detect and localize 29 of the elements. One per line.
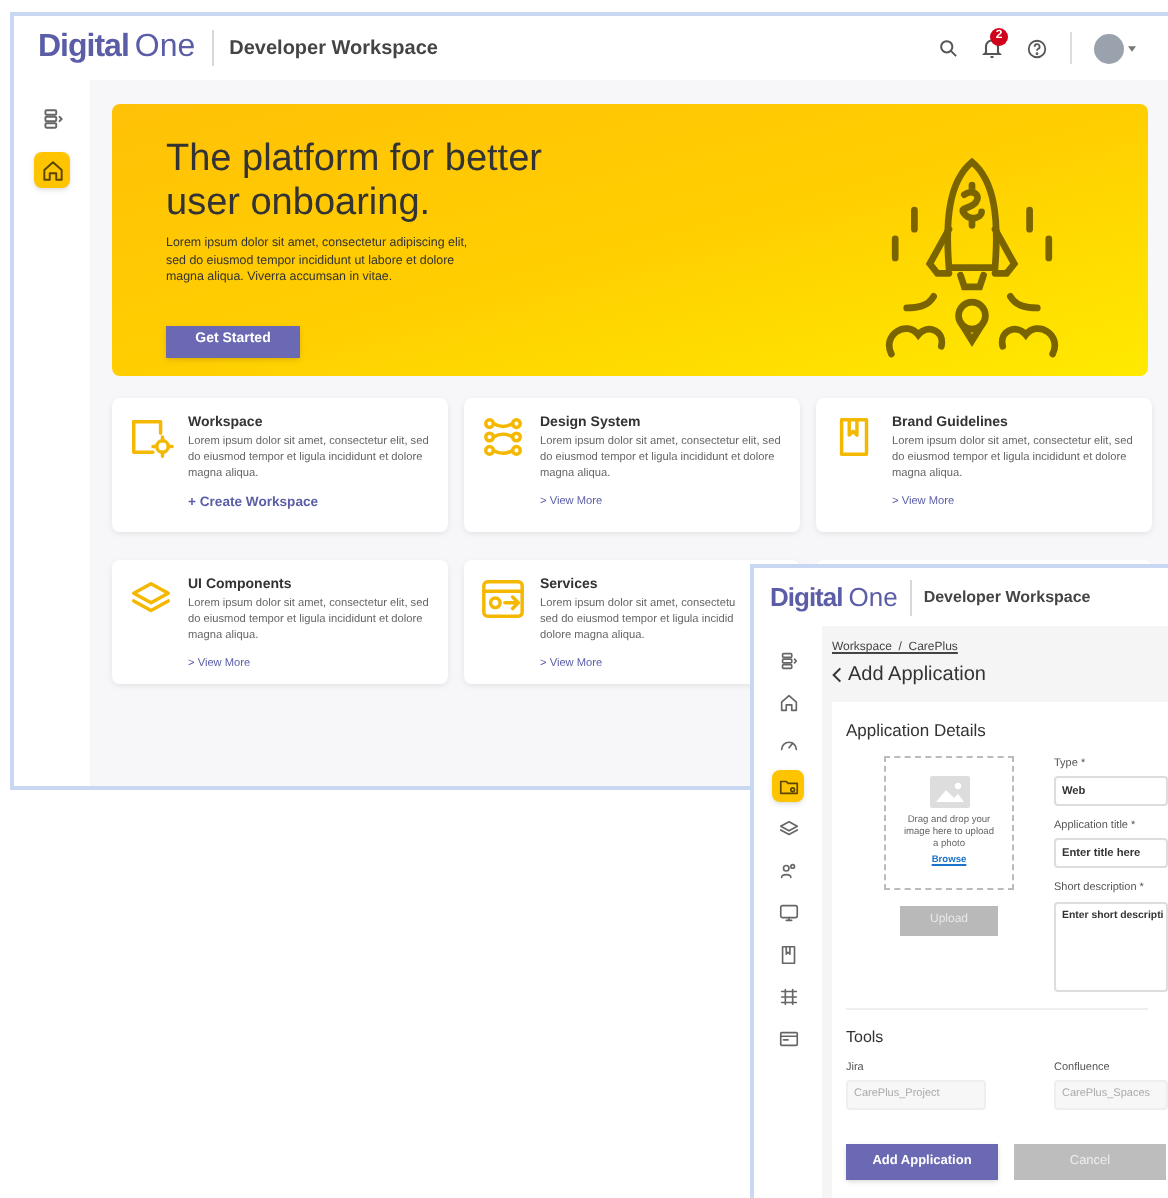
home-icon [777,691,799,713]
sidebar-item[interactable] [772,770,804,802]
sidebar-item[interactable] [34,152,70,188]
page-title: Add Application [848,662,986,690]
card-icon [777,1027,799,1049]
book-icon [777,943,799,965]
home-icon [39,157,65,183]
app-title: Developer Workspace [923,585,1091,609]
image-icon [929,775,969,808]
menu-icon [777,649,799,671]
hero-title: The platform for better user onboaring. [166,138,544,226]
monitor-icon [777,901,799,923]
layers-icon [777,817,799,839]
section-title: Application Details [846,718,988,744]
search-icon[interactable] [938,38,958,58]
help-icon[interactable] [1026,37,1048,59]
menu-icon [39,105,65,131]
grid-icon [777,985,799,1007]
back-icon[interactable] [832,666,842,684]
avatar[interactable] [1094,33,1124,63]
nodes-icon [480,414,526,460]
logo: Digital One [38,28,196,68]
bell-icon[interactable] [980,36,1004,60]
caret-icon[interactable] [1128,45,1136,51]
folder-icon [777,775,799,797]
logo: Digital One [770,579,898,616]
app-title: Developer Workspace [229,35,438,63]
people-icon [777,859,799,881]
section-title: Tools [846,1025,886,1049]
